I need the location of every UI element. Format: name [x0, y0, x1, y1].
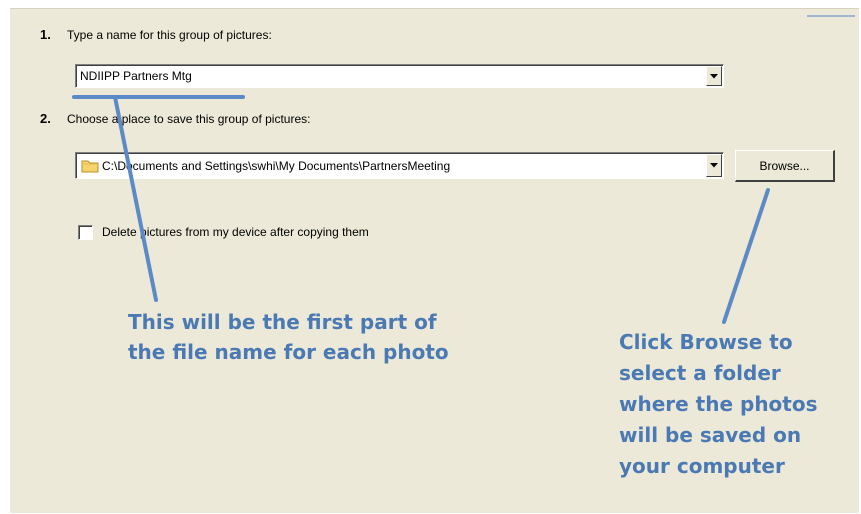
corner-divider — [807, 15, 855, 17]
chevron-down-icon — [710, 163, 718, 168]
browse-callout-line: where the photos — [619, 392, 818, 416]
delete-after-copy-checkbox[interactable] — [78, 225, 93, 240]
name-callout-line: This will be the first part of — [128, 310, 437, 334]
browse-callout-line: your computer — [619, 454, 785, 478]
name-callout-line: the file name for each photo — [128, 340, 449, 364]
step-1-number: 1. — [40, 27, 51, 42]
browse-callout-line: Click Browse to — [619, 330, 793, 354]
browse-button[interactable]: Browse... — [735, 150, 835, 182]
browse-callout: Click Browse to select a folder where th… — [619, 327, 859, 482]
browse-callout-line: will be saved on — [619, 423, 802, 447]
delete-after-copy-label: Delete pictures from my device after cop… — [102, 225, 369, 239]
save-location-dropdown-button[interactable] — [706, 154, 722, 177]
group-name-value: NDIIPP Partners Mtg — [80, 69, 192, 83]
chevron-down-icon — [710, 73, 718, 78]
step-2-label: Choose a place to save this group of pic… — [67, 112, 311, 126]
save-location-value: C:\Documents and Settings\swhi\My Docume… — [102, 158, 451, 173]
group-name-dropdown-button[interactable] — [706, 66, 722, 86]
save-location-combobox[interactable]: C:\Documents and Settings\swhi\My Docume… — [75, 152, 724, 179]
folder-icon — [81, 160, 99, 172]
group-name-combobox[interactable]: NDIIPP Partners Mtg — [75, 64, 724, 88]
step-2-number: 2. — [40, 111, 51, 126]
browse-callout-line: select a folder — [619, 361, 781, 385]
name-callout: This will be the first part of the file … — [128, 307, 508, 367]
step-1-label: Type a name for this group of pictures: — [67, 28, 272, 42]
